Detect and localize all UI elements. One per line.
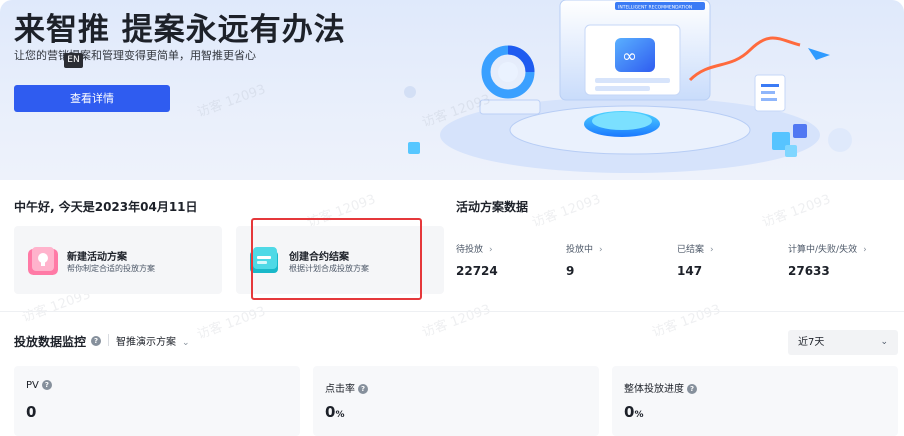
- new-campaign-card[interactable]: 新建活动方案 帮你制定合适的投放方案: [14, 226, 222, 294]
- banner-illustration: INTELLIGENT RECOMMENDATION ∞: [404, 0, 852, 173]
- chevron-right-icon: ›: [599, 245, 603, 255]
- metric-value: 0: [624, 403, 635, 421]
- plan-select-value: 智推演示方案: [116, 337, 176, 348]
- watermark: 访客 12093: [760, 192, 833, 231]
- watermark: 访客 12093: [195, 304, 268, 343]
- stat-running[interactable]: 投放中 › 9: [566, 242, 603, 278]
- stat-label: 计算中/失败/失效: [788, 245, 858, 255]
- greeting-text: 中午好, 今天是2023年04月11日: [14, 200, 198, 214]
- metric-card-progress: 整体投放进度? 0%: [612, 366, 898, 436]
- help-icon[interactable]: ?: [687, 384, 697, 394]
- svg-text:∞: ∞: [622, 46, 637, 67]
- metric-value: 0: [325, 403, 336, 421]
- chevron-down-icon: ⌄: [880, 337, 888, 347]
- card-title: 新建活动方案: [67, 252, 127, 263]
- monitor-title: 投放数据监控: [14, 335, 87, 349]
- banner-subtitle: 让您的营销提案和管理变得更简单，用智推更省心: [14, 49, 256, 62]
- bulb-icon: [28, 247, 58, 275]
- help-icon[interactable]: ?: [358, 384, 368, 394]
- watermark: 访客 12093: [530, 192, 603, 231]
- plan-select[interactable]: 智推演示方案 ⌄: [116, 333, 190, 348]
- metric-label: PV: [26, 380, 39, 391]
- stat-value: 147: [677, 264, 703, 278]
- stat-closed[interactable]: 已结案 › 147: [677, 242, 714, 278]
- hero-banner: INTELLIGENT RECOMMENDATION ∞ 来智推 提案永远有办法…: [0, 0, 904, 180]
- metric-value: 0: [26, 403, 37, 421]
- watermark: 访客 12093: [650, 302, 723, 341]
- language-toggle[interactable]: EN: [64, 53, 83, 68]
- stat-computing[interactable]: 计算中/失败/失效 › 27633: [788, 242, 867, 278]
- metric-label: 点击率: [325, 384, 355, 395]
- stat-label: 待投放: [456, 245, 484, 255]
- help-icon[interactable]: ?: [91, 336, 101, 346]
- view-details-button[interactable]: 查看详情: [14, 85, 170, 112]
- stat-label: 已结案: [677, 245, 705, 255]
- metric-card-ctr: 点击率? 0%: [313, 366, 599, 436]
- stat-label: 投放中: [566, 245, 594, 255]
- date-range-select[interactable]: 近7天 ⌄: [788, 330, 898, 355]
- chevron-down-icon: ⌄: [182, 338, 190, 348]
- card-description: 帮你制定合适的投放方案: [67, 264, 155, 273]
- chevron-right-icon: ›: [863, 245, 867, 255]
- banner-title: 来智推 提案永远有办法: [14, 12, 346, 48]
- metric-unit: %: [634, 410, 644, 420]
- watermark: 访客 12093: [420, 302, 493, 341]
- selection-highlight: [251, 218, 422, 300]
- help-icon[interactable]: ?: [41, 380, 52, 390]
- stats-title: 活动方案数据: [456, 200, 529, 214]
- section-divider: [0, 311, 904, 312]
- stat-pending[interactable]: 待投放 › 22724: [456, 242, 498, 278]
- chevron-right-icon: ›: [489, 245, 493, 255]
- metric-card-pv: PV? 0: [14, 366, 300, 436]
- stat-value: 22724: [456, 264, 498, 278]
- banner-art-label: INTELLIGENT RECOMMENDATION: [618, 5, 692, 11]
- vertical-divider: [108, 334, 109, 346]
- stat-value: 27633: [788, 264, 830, 278]
- date-range-value: 近7天: [798, 337, 825, 348]
- metric-unit: %: [335, 410, 345, 420]
- chevron-right-icon: ›: [710, 245, 714, 255]
- stat-value: 9: [566, 264, 575, 278]
- metric-label: 整体投放进度: [624, 384, 684, 395]
